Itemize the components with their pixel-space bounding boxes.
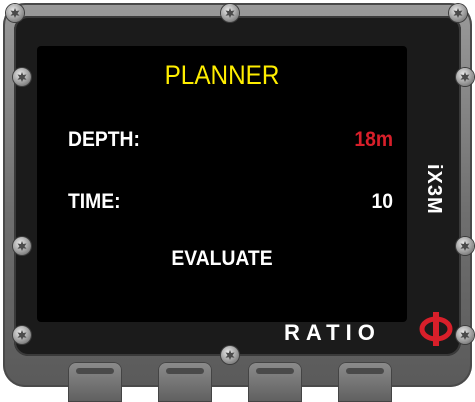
connector-port [248, 362, 302, 402]
connector-port [68, 362, 122, 402]
connector-port [158, 362, 212, 402]
screw-icon [13, 68, 31, 86]
depth-label: DEPTH: [68, 128, 140, 151]
evaluate-button[interactable]: EVALUATE [52, 247, 392, 271]
phi-logo-icon [419, 312, 453, 346]
screw-icon [456, 68, 474, 86]
screw-icon [13, 237, 31, 255]
screw-icon [13, 326, 31, 344]
model-label: iX3M [423, 164, 445, 215]
screw-icon [456, 237, 474, 255]
screw-icon [221, 346, 239, 364]
screw-icon [6, 4, 24, 22]
screw-icon [449, 4, 467, 22]
brand-label: RATIO [284, 320, 381, 345]
screw-icon [221, 4, 239, 22]
time-value[interactable]: 10 [319, 190, 393, 214]
connector-port [338, 362, 392, 402]
screen-title: PLANNER [164, 60, 280, 90]
depth-value[interactable]: 18m [319, 128, 393, 152]
screw-icon [456, 326, 474, 344]
time-label: TIME: [68, 190, 121, 213]
